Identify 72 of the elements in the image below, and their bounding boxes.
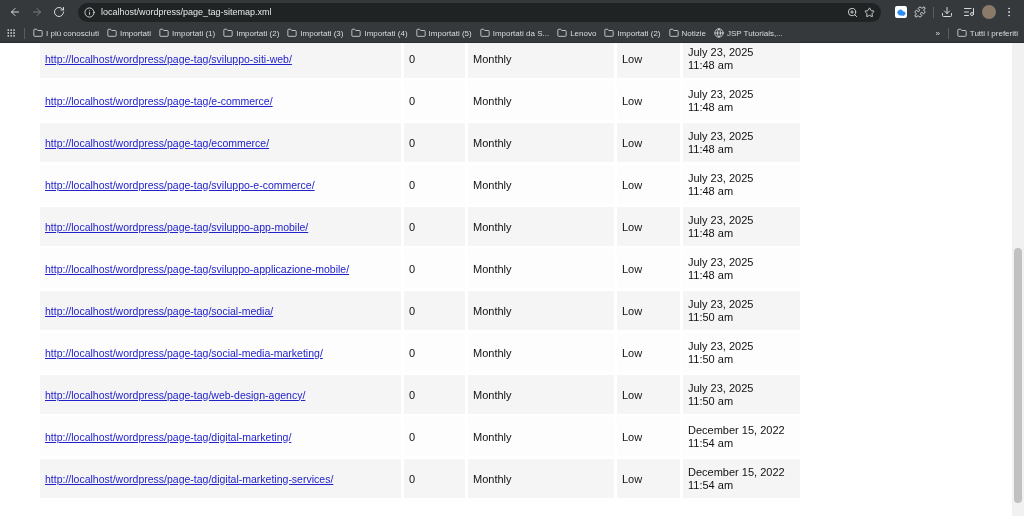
table-cell: Monthly — [468, 207, 614, 246]
table-cell: Low — [617, 123, 680, 162]
folder-icon — [604, 28, 615, 38]
url-link[interactable]: http://localhost/wordpress/page-tag/sviluppo-applicazione-mobile/ — [45, 262, 350, 275]
folder-icon — [668, 28, 679, 38]
avatar[interactable] — [982, 5, 996, 19]
zoom-icon[interactable] — [847, 6, 858, 18]
star-icon[interactable] — [864, 6, 875, 18]
url-link[interactable]: http://localhost/wordpress/page-tag/social-media/ — [45, 304, 274, 317]
folder-icon — [479, 28, 490, 38]
url-link[interactable]: http://localhost/wordpress/page-tag/digital-marketing-services/ — [45, 472, 334, 485]
bookmark[interactable]: JSP Tutorials,... — [713, 28, 783, 38]
bookmark[interactable]: Tutti i preferiti — [956, 28, 1018, 38]
table-cell: Monthly — [468, 375, 614, 414]
folder-icon — [33, 28, 43, 38]
folder-icon — [287, 28, 298, 38]
url-link[interactable]: http://localhost/wordpress/page-tag/social-media-marketing/ — [45, 346, 323, 359]
table-cell: 0 — [404, 207, 465, 246]
table-cell: Monthly — [468, 291, 614, 330]
table-cell: 0 — [404, 291, 465, 330]
folder-icon — [557, 28, 568, 38]
scrollbar-thumb[interactable] — [1014, 248, 1022, 503]
cloud-icon[interactable] — [895, 6, 907, 18]
table-cell: Monthly — [468, 123, 614, 162]
table-cell: July 23, 2025 11:50 am — [683, 375, 800, 414]
url-link[interactable]: http://localhost/wordpress/page-tag/ecommerce/ — [45, 136, 270, 149]
bookmark[interactable]: Importati (5) — [415, 28, 472, 38]
url-link[interactable]: http://localhost/wordpress/page-tag/web-design-agency/ — [45, 388, 306, 401]
bookmark[interactable]: I più conosciuti — [33, 28, 99, 38]
table-cell: 0 — [404, 43, 465, 78]
scrollbar[interactable] — [1012, 43, 1024, 516]
globe-icon — [713, 28, 724, 38]
table-cell: December 15, 2022 11:54 am — [683, 459, 800, 498]
bookmark[interactable]: Notizie — [668, 28, 706, 38]
table-cell: Monthly — [468, 43, 614, 78]
folder-icon — [351, 28, 362, 38]
folder-icon — [106, 28, 117, 38]
apps-icon[interactable] — [6, 28, 16, 38]
url-link[interactable]: http://localhost/wordpress/page-tag/e-commerce/ — [45, 94, 273, 107]
bookmark[interactable]: Importati (1) — [159, 28, 216, 38]
info-icon[interactable] — [84, 6, 95, 18]
more-bookmarks-button[interactable]: » — [935, 28, 940, 38]
folder-icon — [223, 28, 234, 38]
table-cell: Low — [617, 375, 680, 414]
table-cell: Monthly — [468, 459, 614, 498]
table-cell: July 23, 2025 11:48 am — [683, 43, 800, 78]
bookmark[interactable]: Importati (4) — [351, 28, 408, 38]
table-cell: July 23, 2025 11:48 am — [683, 123, 800, 162]
table-cell: Low — [617, 43, 680, 78]
bookmark[interactable]: Importati (2) — [604, 28, 661, 38]
url-link[interactable]: http://localhost/wordpress/page-tag/sviluppo-app-mobile/ — [45, 220, 309, 233]
table-cell: July 23, 2025 11:50 am — [683, 291, 800, 330]
url-link[interactable]: http://localhost/wordpress/page-tag/sviluppo-siti-web/ — [45, 52, 292, 65]
folder-icon — [415, 28, 426, 38]
folder-icon — [956, 28, 967, 38]
table-cell: 0 — [404, 123, 465, 162]
url-link[interactable]: http://localhost/wordpress/page-tag/digital-marketing/ — [45, 430, 292, 443]
bookmark[interactable]: Importati da S... — [479, 28, 550, 38]
url-link[interactable]: http://localhost/wordpress/page-tag/sviluppo-e-commerce/ — [45, 178, 315, 191]
bookmark[interactable]: Importati (3) — [287, 28, 344, 38]
table-cell: 0 — [404, 459, 465, 498]
puzzle-icon[interactable] — [911, 3, 929, 21]
bookmark[interactable]: Importati — [106, 28, 152, 38]
table-cell: Low — [617, 291, 680, 330]
table-cell: Low — [617, 207, 680, 246]
table-cell: Low — [617, 459, 680, 498]
bookmark[interactable]: Lenovo — [557, 28, 597, 38]
table-cell: 0 — [404, 375, 465, 414]
address-bar[interactable]: localhost/wordpress/page_tag-sitemap.xml — [78, 2, 881, 22]
folder-icon — [159, 28, 170, 38]
table-cell: July 23, 2025 11:48 am — [683, 207, 800, 246]
bookmark[interactable]: Importati (2) — [223, 28, 280, 38]
